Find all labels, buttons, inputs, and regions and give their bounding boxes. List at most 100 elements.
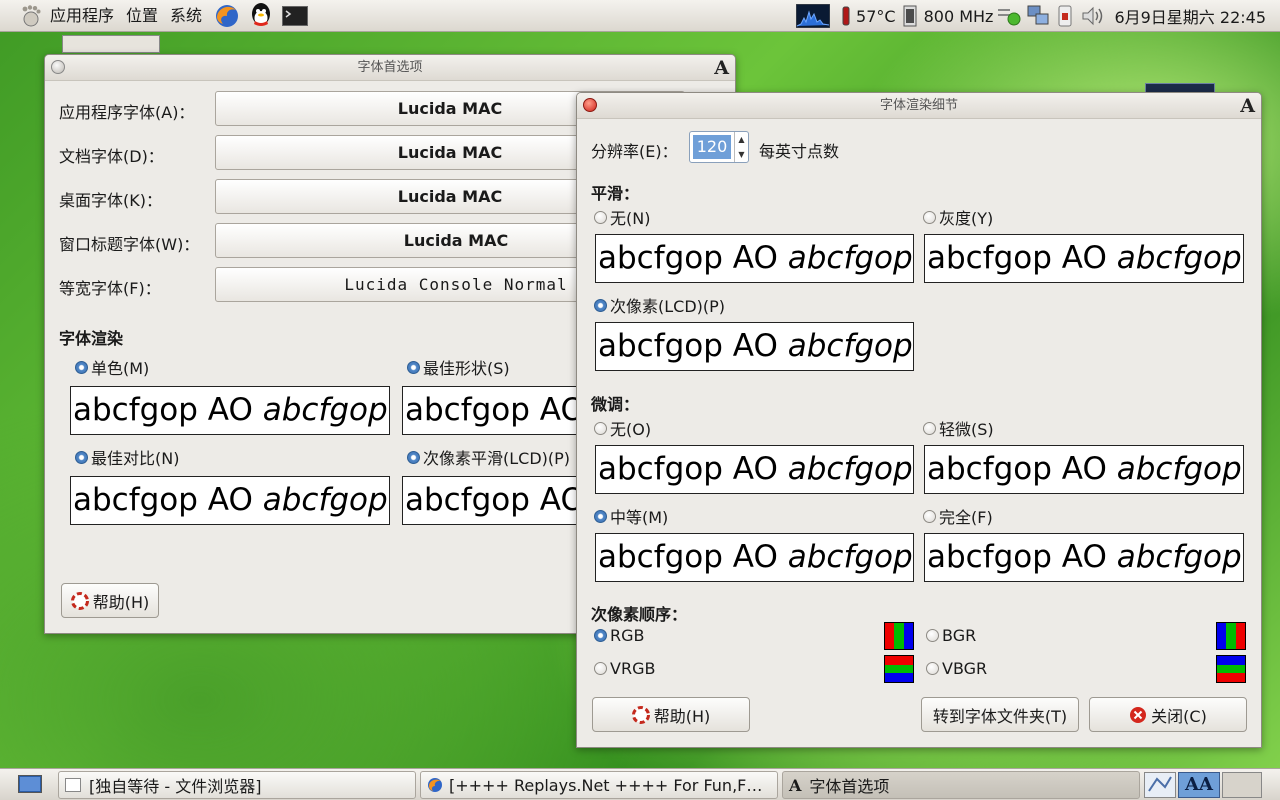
resolution-value[interactable]: 120	[693, 135, 731, 159]
bgr-order-icon	[1216, 622, 1246, 650]
usb-device-icon[interactable]	[1052, 3, 1078, 29]
goto-font-folder-button[interactable]: 转到字体文件夹(T)	[921, 697, 1079, 732]
volume-icon[interactable]	[1078, 3, 1108, 29]
radio-unselected-icon	[923, 421, 936, 435]
radio-label: 无(O)	[610, 420, 652, 439]
sample-hinting-slight[interactable]: abcfgop AO abcfgop	[924, 445, 1244, 494]
hinting-slight-radio[interactable]: 轻微(S)	[923, 416, 994, 440]
sample-smoothing-none[interactable]: abcfgop AO abcfgop	[595, 234, 914, 283]
firefox-launcher-icon[interactable]	[212, 1, 242, 31]
radio-selected-icon	[407, 450, 420, 464]
monospace-font-label: 等宽字体(F)：	[59, 279, 161, 298]
monochrome-radio[interactable]: 单色(M)	[75, 355, 149, 379]
radio-label: 最佳对比(N)	[91, 449, 180, 468]
active-workspace-icon[interactable]: AA	[1178, 772, 1220, 798]
vrgb-order-icon	[884, 655, 914, 683]
desktop-thumbnail	[62, 35, 160, 53]
vbgr-order-icon	[1216, 655, 1246, 683]
font-preferences-titlebar[interactable]: 字体首选项 A	[45, 55, 735, 81]
radio-label: 次像素(LCD)(P)	[610, 297, 726, 316]
radio-label: 轻微(S)	[939, 420, 994, 439]
taskbar-firefox[interactable]: [++++ Replays.Net ++++ For Fun,F…	[420, 771, 778, 799]
sample-italic: abcfgop	[787, 539, 913, 575]
sample-hinting-medium[interactable]: abcfgop AO abcfgop	[595, 533, 914, 582]
sample-italic: abcfgop	[787, 451, 913, 487]
sample-text: abcfgop AO	[73, 482, 263, 518]
radio-unselected-icon	[594, 662, 607, 675]
clock[interactable]: 6月9日星期六 22:45	[1108, 4, 1280, 28]
sample-italic: abcfgop	[1116, 240, 1242, 276]
workspace-2-icon[interactable]	[1222, 772, 1262, 798]
sample-text: abcfgop AO	[405, 482, 595, 518]
close-window-icon[interactable]	[51, 60, 65, 74]
order-vbgr-radio[interactable]: VBGR	[926, 659, 987, 678]
smoothing-none-radio[interactable]: 无(N)	[594, 205, 650, 229]
radio-label: 次像素平滑(LCD)(P)	[423, 449, 571, 468]
resolution-spinbutton[interactable]: 120 ▲ ▼	[689, 131, 749, 163]
menu-applications[interactable]: 应用程序	[44, 0, 120, 32]
menu-places[interactable]: 位置	[120, 0, 164, 32]
sample-text: abcfgop AO	[598, 539, 788, 575]
sample-smoothing-subpixel[interactable]: abcfgop AO abcfgop	[595, 322, 914, 371]
terminal-launcher-icon[interactable]	[280, 1, 310, 31]
font-rendering-title: 字体渲染	[59, 329, 124, 348]
best-contrast-radio[interactable]: 最佳对比(N)	[75, 445, 179, 469]
radio-unselected-icon	[926, 629, 939, 642]
order-rgb-radio[interactable]: RGB	[594, 626, 645, 645]
hinting-none-radio[interactable]: 无(O)	[594, 416, 651, 440]
qq-launcher-icon[interactable]	[246, 1, 276, 31]
help-label: 帮助(H)	[92, 592, 150, 612]
sample-text: abcfgop AO	[927, 240, 1117, 276]
resolution-label: 分辨率(E)：	[591, 142, 678, 161]
sample-italic: abcfgop	[1116, 539, 1242, 575]
subpixel-order-title: 次像素顺序：	[591, 605, 688, 624]
help-button[interactable]: 帮助(H)	[61, 583, 159, 618]
workspace-switcher-icon[interactable]	[1144, 772, 1176, 798]
system-monitor-icon[interactable]	[795, 3, 831, 29]
network-status-icon[interactable]	[996, 3, 1024, 29]
show-desktop-icon[interactable]	[18, 775, 42, 795]
firefox-icon	[427, 777, 443, 793]
help-button[interactable]: 帮助(H)	[592, 697, 750, 732]
network-manager-icon[interactable]	[1024, 3, 1052, 29]
close-window-icon[interactable]	[583, 98, 597, 112]
menu-system[interactable]: 系统	[164, 0, 208, 32]
best-shapes-radio[interactable]: 最佳形状(S)	[407, 355, 510, 379]
order-vrgb-radio[interactable]: VRGB	[594, 659, 655, 678]
smoothing-subpixel-radio[interactable]: 次像素(LCD)(P)	[594, 293, 725, 317]
rendering-details-titlebar[interactable]: 字体渲染细节 A	[577, 93, 1261, 119]
foot-menu-icon[interactable]	[18, 3, 44, 29]
system-tray: 57°C 800 MHz 6月9日星期六 22:45	[795, 0, 1280, 32]
rgb-order-icon	[884, 622, 914, 650]
sample-smoothing-grayscale[interactable]: abcfgop AO abcfgop	[924, 234, 1244, 283]
sample-hinting-full[interactable]: abcfgop AO abcfgop	[924, 533, 1244, 582]
radio-selected-icon	[594, 509, 607, 523]
hinting-full-radio[interactable]: 完全(F)	[923, 504, 993, 528]
window-title: 字体首选项	[357, 60, 423, 75]
folder-icon	[65, 778, 81, 792]
spin-arrows-icon[interactable]: ▲ ▼	[734, 132, 748, 162]
taskbar-file-browser[interactable]: [独自等待 - 文件浏览器]	[58, 771, 416, 799]
taskbar-font-preferences[interactable]: A 字体首选项	[782, 771, 1140, 799]
rendering-details-window: 字体渲染细节 A 分辨率(E)： 120 ▲ ▼ 每英寸点数 平滑： 无(N) a…	[576, 92, 1262, 748]
help-label: 帮助(H)	[653, 706, 711, 726]
close-button[interactable]: 关闭(C)	[1089, 697, 1247, 732]
window-title-font-label: 窗口标题字体(W)：	[59, 235, 200, 254]
radio-selected-icon	[75, 360, 88, 374]
radio-selected-icon	[594, 629, 607, 642]
sample-italic: abcfgop	[787, 328, 913, 364]
sample-text: abcfgop AO	[927, 539, 1117, 575]
sample-text: abcfgop AO	[598, 328, 788, 364]
sample-italic: abcfgop	[1116, 451, 1242, 487]
smoothing-grayscale-radio[interactable]: 灰度(Y)	[923, 205, 993, 229]
hinting-medium-radio[interactable]: 中等(M)	[594, 504, 668, 528]
sample-best-contrast[interactable]: abcfgop AO abcfgop	[70, 476, 390, 525]
subpixel-smoothing-radio[interactable]: 次像素平滑(LCD)(P)	[407, 445, 570, 469]
sample-monochrome[interactable]: abcfgop AO abcfgop	[70, 386, 390, 435]
sample-text: abcfgop AO	[73, 392, 263, 428]
window-title: 字体渲染细节	[879, 98, 958, 113]
order-bgr-radio[interactable]: BGR	[926, 626, 976, 645]
radio-label: 灰度(Y)	[939, 209, 994, 228]
sample-hinting-none[interactable]: abcfgop AO abcfgop	[595, 445, 914, 494]
bottom-panel: [独自等待 - 文件浏览器] [++++ Replays.Net ++++ Fo…	[0, 768, 1280, 800]
